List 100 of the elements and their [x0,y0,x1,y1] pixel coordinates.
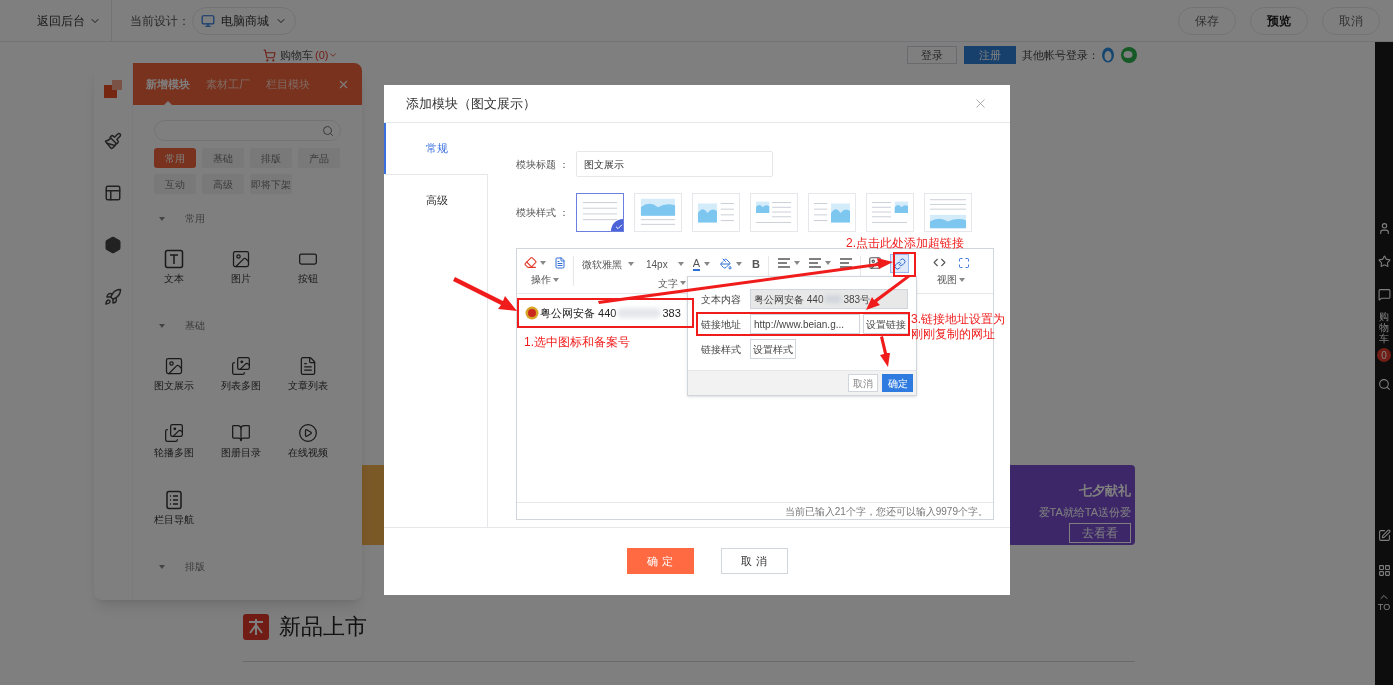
character-count: 当前已输入21个字，您还可以输入9979个字。 [784,504,988,519]
eraser-icon[interactable] [524,256,537,269]
code-icon[interactable] [932,256,946,269]
category-chip[interactable]: 常用 [154,148,196,168]
indent-icon[interactable] [839,257,853,269]
url-field[interactable]: http://www.beian.g... [750,314,860,334]
cart-link[interactable]: 购物车 [280,46,313,64]
editor-content[interactable]: 粤公网安备 440 383 [525,305,681,322]
fullscreen-icon[interactable] [957,256,970,269]
image-icon [231,249,251,269]
layout-icon[interactable] [104,184,122,202]
design-label: 当前设计： [130,12,190,30]
top-label[interactable]: TO [1377,603,1391,612]
caret-icon [736,262,743,267]
caret-icon [825,261,831,265]
popup-ok-button[interactable]: 确定 [882,374,913,392]
field-label: 链接地址 [701,317,742,332]
cart-count: (0) [315,47,329,63]
category-chip[interactable]: 高级 [202,174,244,194]
images-icon [231,356,251,376]
field-label: 链接样式 [701,342,742,357]
module-item[interactable]: 列表多图 [207,341,275,408]
caret-icon [159,323,165,328]
play-icon [297,423,318,443]
section-logo-icon [243,613,269,640]
module-item[interactable]: 文本 [141,234,208,301]
style-option[interactable] [576,193,624,232]
caret-icon [677,262,684,267]
message-icon[interactable] [1377,288,1391,301]
edit-icon[interactable] [1377,529,1391,542]
cart-icon [263,48,276,62]
panel-tab[interactable]: 新增模块 [146,63,190,105]
images-icon [164,423,185,443]
annotation-text: 3.链接地址设置为刚刚复制的网址 [911,312,1006,342]
close-icon[interactable] [973,96,988,111]
popup-cancel-button[interactable]: 取消 [848,374,878,392]
brush-icon[interactable] [104,132,122,150]
bold-button[interactable]: B [752,256,760,273]
other-login-label: 其他帐号登录： [1022,47,1100,63]
text-box-icon [164,249,185,269]
module-item[interactable]: 轮播多图 [141,408,208,475]
banner-title: 七夕献礼 [1079,482,1131,500]
caret-icon [159,564,165,569]
confirm-button[interactable]: 确 定 [626,548,694,574]
caret-icon [680,281,686,285]
text-content-field[interactable]: 粤公网安备 440 383号 [750,289,908,309]
caret-icon [704,262,711,267]
set-style-button[interactable]: 设置样式 [750,339,796,359]
caret-icon [959,277,965,282]
caret-icon [794,261,800,265]
check-icon [611,219,623,231]
module-item[interactable]: 文章列表 [274,341,341,408]
set-link-button[interactable]: 设置链接 [863,314,909,334]
cart-badge: 0 [1377,348,1391,362]
back-dropdown[interactable]: 返回后台 [37,11,101,30]
field-label: 文本内容 [701,292,742,307]
login-button[interactable]: 登录 [907,46,958,64]
section-title: 新品上市 [279,613,367,641]
penguin-icon[interactable] [1101,47,1116,63]
cart-label[interactable]: 购物车 [1379,311,1389,344]
dialog-title: 添加模块（图文展示） [406,94,536,113]
caret-icon [628,262,634,267]
font-dropdown[interactable]: 微软雅黑 [582,256,634,272]
module-item[interactable]: 栏目导航 [141,475,208,542]
line-spacing-icon[interactable] [808,257,822,269]
field-label: 模块标题 ： [516,157,570,172]
field-label: 模块样式 ： [516,206,570,220]
user-icon[interactable] [1377,222,1391,235]
hexagon-icon[interactable] [104,236,122,254]
caret-icon [159,216,165,221]
module-item[interactable]: 按钮 [274,234,341,301]
document-icon[interactable] [554,256,566,269]
group-label: 操作 [531,273,551,287]
register-button[interactable]: 注册 [964,46,1017,64]
align-icon[interactable] [777,257,791,269]
module-item[interactable]: 在线视频 [274,408,341,475]
module-item[interactable]: 图片 [207,234,275,301]
image-icon [164,356,185,376]
title-input[interactable]: 图文展示 [576,151,773,177]
fill-color-icon[interactable] [720,258,733,271]
banner-button[interactable]: 去看看 [1069,523,1131,543]
rocket-icon[interactable] [104,288,122,306]
dialog-tab[interactable]: 常规 [384,123,488,174]
font-color-button[interactable]: A [692,257,711,271]
group-label: 视图 [937,273,957,287]
annotation-arrow [880,336,890,367]
chat-icon[interactable] [1121,47,1138,63]
star-icon[interactable] [1377,255,1391,268]
dialog-tab[interactable]: 高级 [384,174,488,225]
grid-icon[interactable] [1377,564,1391,577]
search-icon[interactable] [1377,378,1391,391]
chevron-icon [328,50,339,60]
size-dropdown[interactable]: 14px [646,256,684,272]
module-item[interactable]: 图文展示 [141,341,208,408]
cancel-button[interactable]: 取 消 [720,548,788,574]
book-icon [231,423,251,443]
module-item[interactable]: 图册目录 [207,408,275,475]
logo-icon[interactable] [104,80,122,98]
caret-icon [553,277,559,282]
annotation-text: 1.选中图标和备案号 [524,334,630,351]
